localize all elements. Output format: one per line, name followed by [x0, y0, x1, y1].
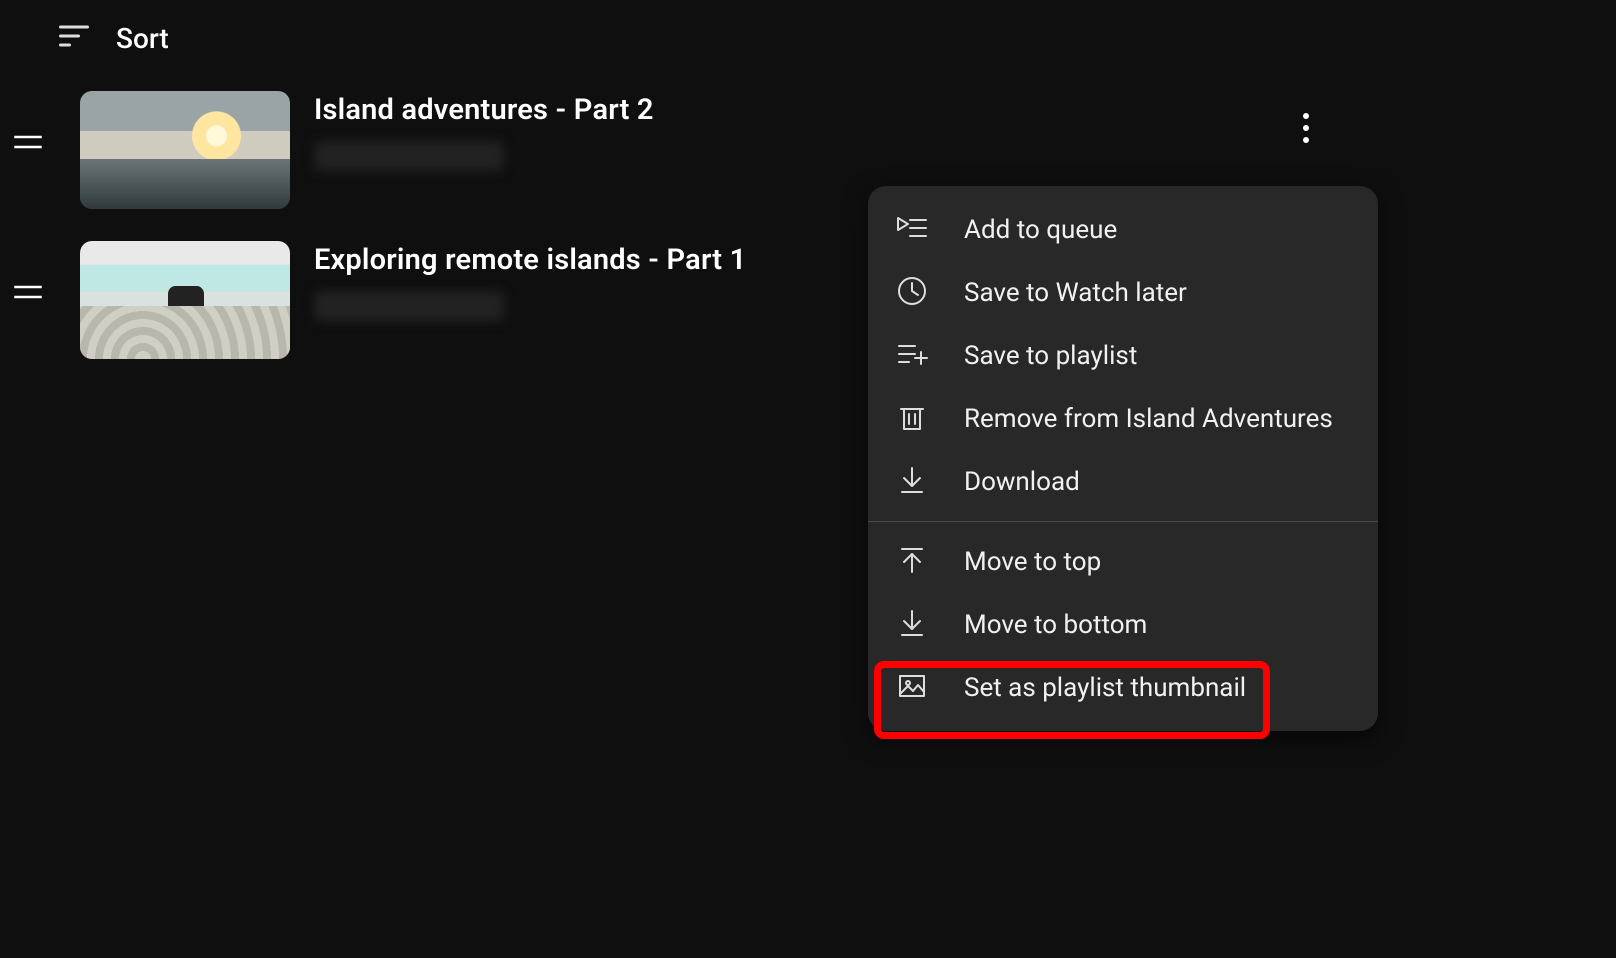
menu-item-label: Remove from Island Adventures — [964, 404, 1333, 434]
menu-item-move-top[interactable]: Move to top — [868, 530, 1378, 593]
video-meta: Island adventures - Part 2 — [314, 91, 1370, 171]
menu-item-label: Download — [964, 467, 1080, 497]
sort-button[interactable]: Sort — [56, 14, 169, 62]
menu-item-label: Move to bottom — [964, 610, 1147, 640]
queue-icon — [896, 212, 928, 248]
menu-item-watch-later[interactable]: Save to Watch later — [868, 261, 1378, 324]
sort-label: Sort — [116, 22, 169, 55]
watch-progress — [80, 353, 290, 359]
menu-item-move-bottom[interactable]: Move to bottom — [868, 593, 1378, 656]
menu-item-add-to-queue[interactable]: Add to queue — [868, 198, 1378, 261]
video-channel-redacted — [314, 291, 504, 321]
menu-item-download[interactable]: Download — [868, 450, 1378, 513]
menu-divider — [868, 521, 1378, 522]
menu-item-set-thumbnail[interactable]: Set as playlist thumbnail — [868, 656, 1378, 719]
download-icon — [896, 464, 928, 500]
more-actions-button[interactable] — [1282, 104, 1330, 152]
menu-item-label: Save to playlist — [964, 341, 1137, 371]
playlist-add-icon — [896, 338, 928, 374]
arrow-top-icon — [896, 544, 928, 580]
menu-item-label: Move to top — [964, 547, 1101, 577]
menu-item-label: Add to queue — [964, 215, 1117, 245]
image-icon — [896, 670, 928, 706]
trash-icon — [896, 401, 928, 437]
video-duration: 0:08 — [222, 323, 282, 351]
clock-icon — [896, 275, 928, 311]
video-thumbnail[interactable]: 0:22 — [80, 91, 290, 209]
menu-item-label: Save to Watch later — [964, 278, 1187, 308]
menu-item-remove[interactable]: Remove from Island Adventures — [868, 387, 1378, 450]
video-thumbnail[interactable]: 0:08 — [80, 241, 290, 359]
video-duration: 0:22 — [222, 173, 282, 201]
video-context-menu: Add to queue Save to Watch later Save to… — [868, 186, 1378, 731]
drag-handle[interactable] — [0, 91, 56, 153]
arrow-bottom-icon — [896, 607, 928, 643]
menu-item-label: Set as playlist thumbnail — [964, 673, 1246, 703]
menu-item-save-playlist[interactable]: Save to playlist — [868, 324, 1378, 387]
video-channel-redacted — [314, 141, 504, 171]
video-title[interactable]: Island adventures - Part 2 — [314, 93, 1370, 127]
sort-icon — [56, 18, 92, 58]
drag-handle[interactable] — [0, 241, 56, 303]
